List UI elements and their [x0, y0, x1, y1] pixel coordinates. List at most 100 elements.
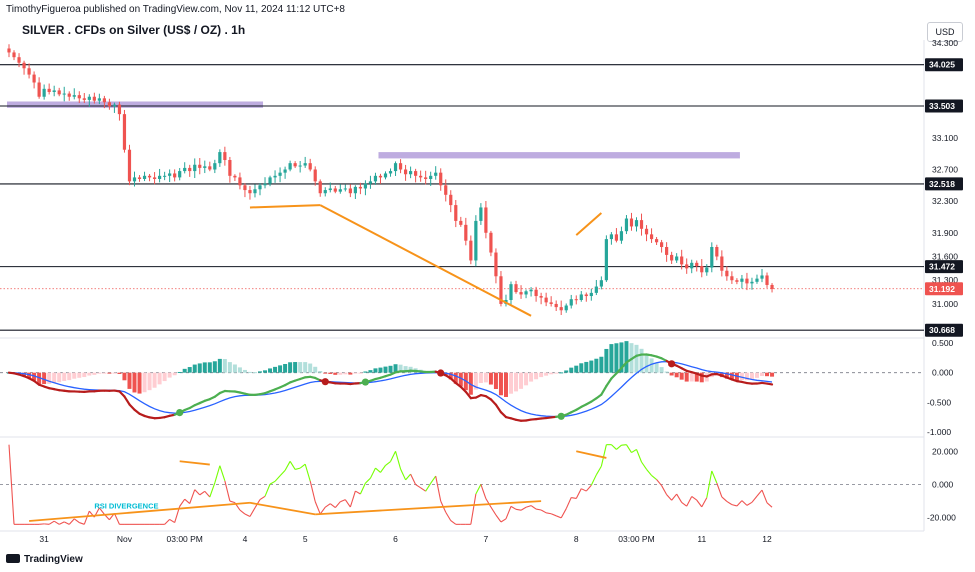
- candle-body: [675, 256, 679, 261]
- candle-body: [333, 188, 337, 192]
- candle-body: [444, 185, 448, 195]
- candle-body: [429, 175, 433, 179]
- rsi-line-segment: [73, 518, 80, 523]
- rsi-line-segment: [731, 504, 738, 507]
- x-tick-label: 11: [697, 534, 706, 544]
- candle-body: [599, 280, 603, 287]
- macd-histogram-bar: [222, 359, 227, 373]
- rsi-trendline: [179, 460, 210, 466]
- rsi-line-segment: [375, 467, 381, 473]
- macd-histogram-bar: [589, 360, 594, 373]
- candle-body: [644, 228, 649, 235]
- rsi-line-segment: [530, 505, 537, 510]
- macd-histogram-bar: [689, 372, 694, 382]
- macd-histogram-bar: [599, 356, 604, 373]
- candle-body: [213, 163, 217, 170]
- rsi-line-segment: [445, 511, 452, 521]
- price-trendline: [249, 204, 321, 209]
- rsi-line-segment: [164, 519, 171, 525]
- candle-body: [208, 166, 212, 170]
- candle-body: [47, 88, 51, 92]
- candle-body: [660, 242, 664, 248]
- candle-body: [614, 234, 619, 241]
- pane-frames: [0, 40, 925, 532]
- candle-body: [439, 172, 443, 186]
- x-tick-label: 8: [574, 534, 579, 544]
- rsi-trendline: [249, 501, 316, 516]
- rsi-line-segment: [229, 500, 236, 504]
- macd-histogram-bar: [202, 362, 207, 373]
- rsi-line-segment: [79, 522, 85, 525]
- macd-histogram-bar: [283, 364, 288, 373]
- macd-histogram-bar: [549, 372, 554, 375]
- rsi-line-segment: [756, 489, 763, 497]
- rsi-line-segment: [726, 501, 733, 506]
- x-tick-label: 12: [762, 534, 772, 544]
- rsi-line-segment: [169, 518, 175, 524]
- chart-canvas[interactable]: RSI DIVERGENCE 34.300 33.100 32.700 32.300 3…: [0, 0, 975, 572]
- macd-histogram-bar: [483, 372, 488, 383]
- candle-body: [514, 284, 518, 293]
- macd-histogram-bar: [554, 372, 559, 374]
- candle-body: [584, 294, 588, 297]
- rsi-line-segment: [450, 520, 457, 525]
- rsi-line-segment: [299, 463, 306, 469]
- macd-histogram-bar: [659, 367, 664, 373]
- macd-histogram-bar: [217, 358, 222, 373]
- macd-cross-dot: [361, 378, 370, 386]
- rsi-trendline: [576, 450, 607, 459]
- rsi-tick-label: -20.000: [927, 513, 956, 523]
- current-price-label: 31.192: [929, 284, 955, 294]
- macd-histogram-bar: [137, 372, 142, 394]
- rsi-line-segment: [355, 490, 361, 495]
- macd-histogram-bar: [258, 371, 262, 373]
- macd-histogram-bar: [67, 372, 72, 381]
- rsi-line-segment: [616, 444, 622, 450]
- macd-histogram-bar: [167, 372, 172, 378]
- candle-body: [479, 207, 483, 221]
- rsi-line-segment: [209, 482, 216, 498]
- rsi-line-segment: [53, 520, 60, 525]
- macd-histogram-bar: [102, 372, 107, 374]
- macd-histogram-bar: [308, 363, 313, 373]
- rsi-line-segment: [244, 513, 251, 518]
- rsi-line-segment: [340, 499, 346, 503]
- price-tick-label: 31.600: [932, 251, 958, 261]
- candle-body: [740, 278, 744, 282]
- rsi-line-segment: [199, 490, 206, 496]
- candle-body: [132, 177, 137, 182]
- macd-histogram-bar: [358, 372, 363, 374]
- rsi-line-segment: [510, 505, 517, 510]
- candle-body: [424, 177, 428, 179]
- candle-body: [489, 232, 493, 253]
- rsi-line-segment: [495, 514, 502, 523]
- macd-histogram-bar: [503, 372, 508, 397]
- macd-histogram-bar: [212, 361, 217, 373]
- macd-tick-label: -1.000: [927, 427, 951, 437]
- candle-body: [559, 307, 563, 311]
- candle-body: [348, 188, 352, 194]
- rsi-line-segment: [741, 500, 748, 506]
- candle-body: [258, 185, 262, 190]
- rsi-line-segment: [420, 487, 426, 492]
- candle-body: [107, 102, 111, 107]
- candle-body: [459, 220, 463, 225]
- macd-histogram-bar: [614, 343, 619, 373]
- candle-body: [670, 254, 674, 261]
- rsi-line-segment: [625, 444, 632, 453]
- candle-body: [163, 175, 167, 177]
- x-tick-label: 5: [303, 534, 308, 544]
- candle-body: [87, 96, 91, 100]
- candle-body: [649, 234, 654, 240]
- candle-body: [589, 292, 593, 297]
- candle-body: [122, 114, 127, 150]
- candle-body: [168, 173, 172, 176]
- rsi-line-segment: [595, 465, 602, 476]
- candle-body: [509, 284, 513, 300]
- candle-body: [263, 183, 267, 186]
- candle-body: [32, 74, 36, 83]
- rsi-line-segment: [600, 444, 607, 467]
- macd-histogram-bar: [594, 358, 599, 373]
- rsi-line-segment: [536, 508, 542, 511]
- candle-body: [755, 278, 759, 282]
